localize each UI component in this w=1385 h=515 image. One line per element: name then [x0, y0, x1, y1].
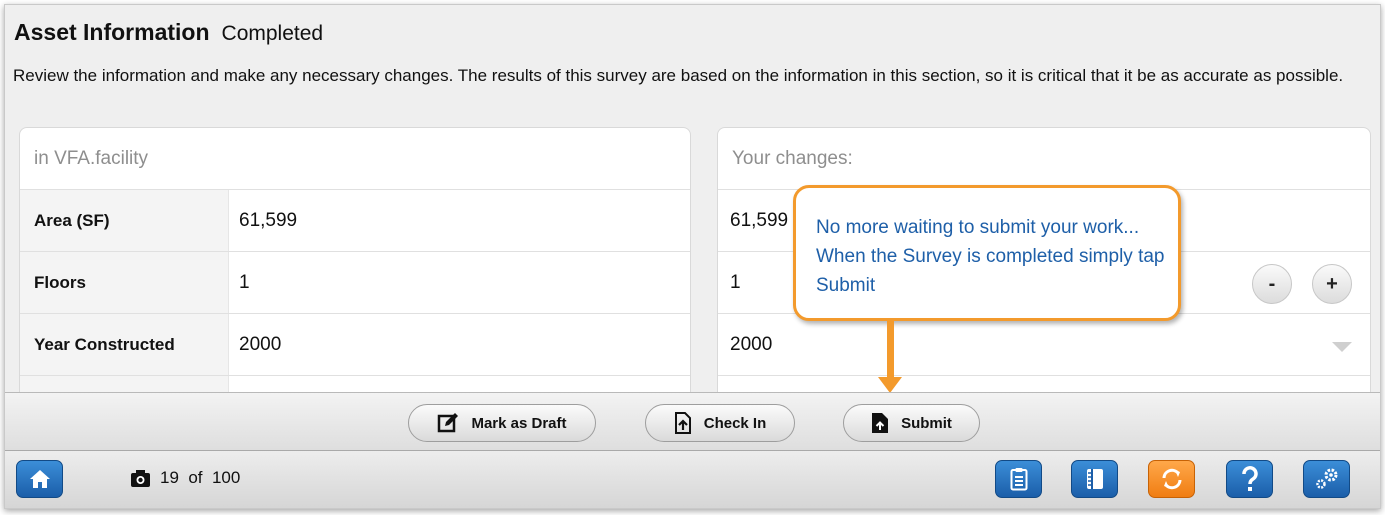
section-header: Asset Information Completed	[14, 19, 323, 46]
sync-icon	[1162, 468, 1181, 490]
check-in-label: Check In	[703, 414, 767, 432]
notebook-icon	[1086, 469, 1103, 489]
section-description: Review the information and make any nece…	[13, 66, 1344, 85]
edit-icon	[438, 413, 459, 433]
settings-button[interactable]	[1303, 460, 1350, 498]
sync-button[interactable]	[1148, 460, 1195, 498]
action-bar: Mark as Draft Check In Submit	[5, 392, 1380, 451]
submit-tip-callout: No more waiting to submit your work... W…	[793, 185, 1181, 321]
changes-panel-heading: Your changes:	[718, 128, 1370, 190]
field-value: 1	[239, 271, 250, 293]
callout-arrow-icon	[878, 377, 902, 393]
area-input[interactable]: 61,599	[718, 210, 788, 232]
table-row: Year Constructed 2000	[20, 314, 690, 376]
field-value: 2000	[239, 333, 282, 355]
callout-arrow-line	[887, 321, 894, 379]
facility-panel-heading: in VFA.facility	[20, 128, 690, 190]
mark-as-draft-button[interactable]: Mark as Draft	[408, 404, 596, 442]
facility-panel: in VFA.facility Area (SF) 61,599 Floors …	[19, 127, 691, 397]
check-in-button[interactable]: Check In	[645, 404, 795, 442]
notebook-button[interactable]	[1071, 460, 1118, 498]
field-label: Floors	[20, 252, 229, 313]
help-button[interactable]	[1226, 460, 1273, 498]
decrement-button[interactable]: -	[1252, 264, 1292, 304]
home-button[interactable]	[16, 460, 63, 498]
page-title: Asset Information	[14, 19, 210, 45]
field-label: Year Constructed	[20, 314, 229, 375]
year-select-row[interactable]: 2000	[718, 314, 1370, 376]
bottom-toolbar: 19 of 100	[5, 451, 1380, 508]
mark-as-draft-label: Mark as Draft	[471, 414, 567, 432]
status-label: Completed	[221, 22, 324, 45]
photo-count[interactable]: 19 of 100	[131, 468, 240, 488]
year-select[interactable]: 2000	[718, 334, 772, 356]
photo-count-label: 19 of 100	[160, 468, 241, 487]
field-label: Area (SF)	[20, 190, 229, 251]
field-value: 61,599	[239, 209, 298, 231]
submit-label: Submit	[901, 414, 952, 432]
submit-icon	[872, 413, 889, 433]
gear-icon	[1315, 468, 1337, 489]
submit-button[interactable]: Submit	[843, 404, 980, 442]
camera-icon	[131, 469, 150, 487]
increment-button[interactable]: +	[1312, 264, 1352, 304]
dropdown-arrow-icon[interactable]	[1332, 342, 1352, 352]
checklist-button[interactable]	[995, 460, 1042, 498]
clipboard-icon	[1010, 468, 1027, 491]
help-icon	[1241, 466, 1258, 491]
floors-input[interactable]: 1	[718, 272, 741, 294]
home-icon	[29, 470, 50, 488]
table-row: Area (SF) 61,599	[20, 190, 690, 252]
table-row: Floors 1	[20, 252, 690, 314]
app-window: Asset Information Completed Review the i…	[4, 4, 1381, 509]
check-in-icon	[674, 412, 691, 434]
